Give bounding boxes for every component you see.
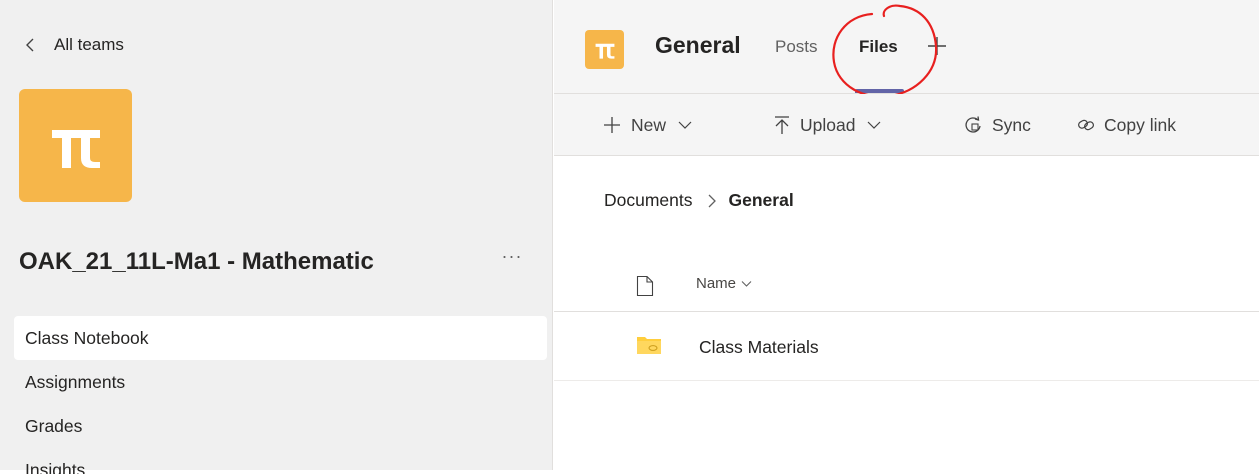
- sidebar: All teams OAK_21_11L-Ma1 - Mathematic ··…: [0, 0, 553, 474]
- tab-files[interactable]: Files: [859, 37, 898, 57]
- active-tab-indicator: [855, 89, 904, 93]
- team-name: OAK_21_11L-Ma1 - Mathematic: [19, 248, 374, 275]
- new-button[interactable]: New: [602, 111, 692, 139]
- pi-logo-icon: [595, 43, 614, 59]
- nav-item-assignments[interactable]: Assignments: [14, 360, 547, 404]
- sync-button-label: Sync: [992, 114, 1031, 135]
- more-options-button[interactable]: ···: [498, 246, 526, 270]
- file-name[interactable]: Class Materials: [699, 337, 819, 358]
- add-tab-icon[interactable]: [925, 34, 949, 58]
- chevron-down-icon: [678, 121, 692, 129]
- chevron-down-icon: [868, 121, 881, 129]
- copy-link-button[interactable]: Copy link: [1077, 111, 1176, 139]
- breadcrumb-documents[interactable]: Documents: [604, 190, 693, 211]
- name-column-label: Name: [696, 275, 737, 292]
- plus-icon: [604, 117, 620, 133]
- upload-button[interactable]: Upload: [773, 111, 881, 139]
- sync-icon: [965, 116, 981, 133]
- main-pane: General Posts Files New Upload Sync Copy…: [554, 0, 1259, 470]
- copy-link-button-label: Copy link: [1104, 114, 1176, 135]
- nav-item-class-notebook[interactable]: Class Notebook: [14, 316, 547, 360]
- channel-title: General: [655, 32, 741, 58]
- link-icon: [1078, 119, 1094, 131]
- chevron-right-icon: [708, 194, 716, 207]
- breadcrumb-current: General: [728, 190, 794, 210]
- all-teams-link[interactable]: All teams: [22, 32, 124, 58]
- nav-item-grades[interactable]: Grades: [14, 404, 547, 448]
- sync-button[interactable]: Sync: [963, 111, 1031, 139]
- channel-header: General Posts Files: [554, 0, 1259, 98]
- tab-posts[interactable]: Posts: [775, 37, 818, 57]
- name-column-header[interactable]: Name: [696, 275, 752, 292]
- chevron-left-icon: [26, 38, 34, 52]
- file-icon[interactable]: [636, 275, 654, 297]
- chevron-down-icon: [741, 280, 752, 287]
- all-teams-label: All teams: [54, 35, 124, 54]
- upload-button-label: Upload: [800, 114, 856, 135]
- files-table-header: Name: [554, 262, 1259, 312]
- team-nav: Class Notebook Assignments Grades Insigh…: [14, 316, 547, 474]
- upload-icon: [775, 116, 789, 134]
- new-button-label: New: [631, 114, 667, 135]
- channel-avatar: [585, 30, 624, 69]
- team-avatar: [19, 89, 132, 202]
- pi-logo-icon: [51, 129, 100, 168]
- folder-icon: [637, 337, 661, 354]
- files-toolbar: New Upload Sync Copy link: [554, 94, 1259, 156]
- table-row[interactable]: Class Materials: [554, 313, 1259, 381]
- nav-item-insights[interactable]: Insights: [14, 448, 547, 474]
- breadcrumb: Documents General: [604, 190, 794, 211]
